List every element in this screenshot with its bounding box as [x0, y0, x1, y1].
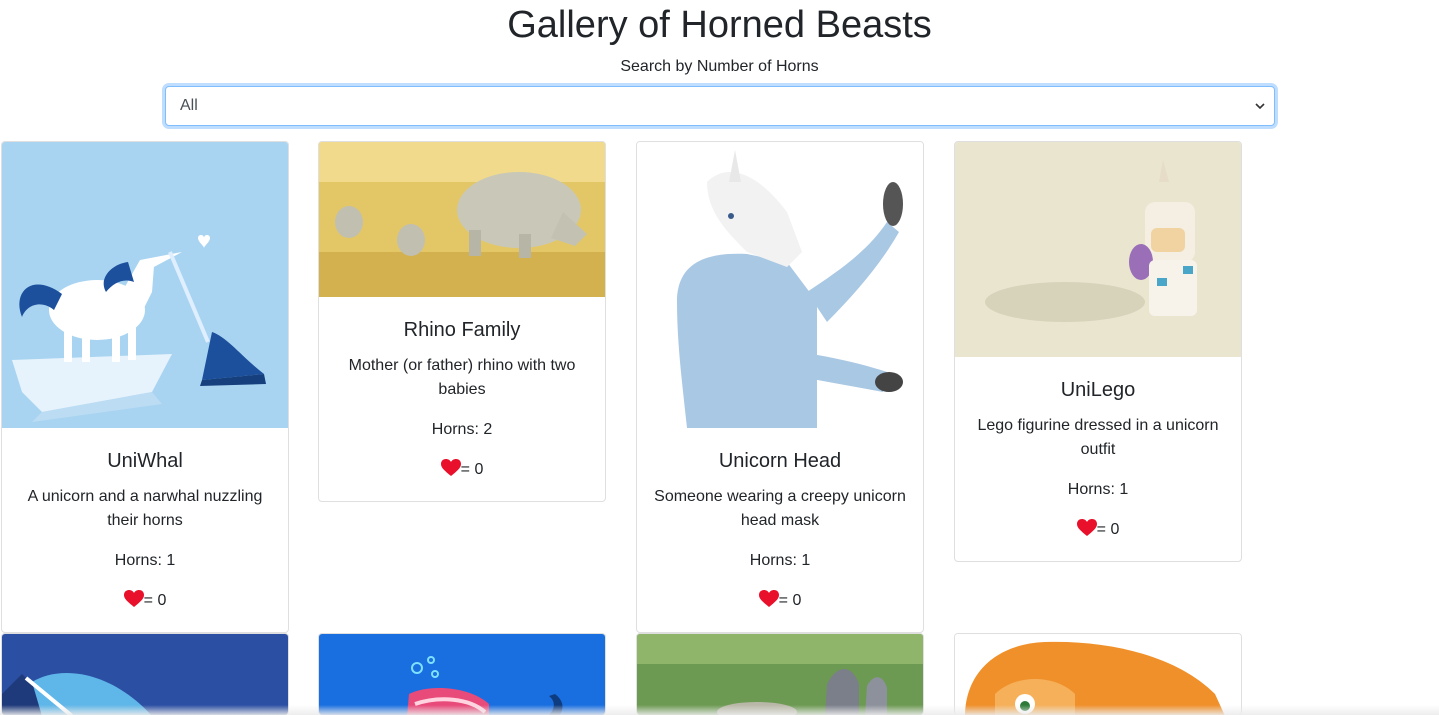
like-button[interactable]: = 0 [651, 589, 909, 613]
card-horns: Horns: 1 [114, 552, 176, 569]
beast-card-partial[interactable] [954, 633, 1242, 715]
card-image[interactable] [955, 634, 1241, 715]
beast-card-uniwhal[interactable]: UniWhal A unicorn and a narwhal nuzzling… [1, 141, 289, 633]
card-description: A unicorn and a narwhal nuzzling their h… [27, 488, 263, 529]
scroll-shadow [0, 705, 1439, 715]
card-horns: Horns: 1 [749, 552, 811, 569]
card-horns: Horns: 2 [431, 421, 493, 438]
beast-card-partial[interactable] [636, 633, 924, 715]
card-image[interactable] [637, 142, 923, 428]
card-image[interactable] [955, 142, 1241, 357]
page-title: Gallery of Horned Beasts [507, 4, 932, 46]
card-image[interactable] [637, 634, 923, 715]
like-count: = 0 [460, 461, 484, 478]
heart-icon [1076, 519, 1097, 536]
horns-filter-value: All [180, 97, 198, 114]
beast-card-rhino-family[interactable]: Rhino Family Mother (or father) rhino wi… [318, 141, 606, 502]
like-button[interactable]: = 0 [16, 589, 274, 613]
card-image[interactable] [319, 142, 605, 297]
card-image[interactable] [319, 634, 605, 715]
like-button[interactable]: = 0 [333, 458, 591, 482]
card-title: UniLego [1060, 379, 1136, 401]
beast-card-partial[interactable] [1, 633, 289, 715]
card-horns: Horns: 1 [1067, 481, 1129, 498]
card-title: Unicorn Head [718, 450, 842, 472]
heart-icon [758, 590, 779, 607]
card-title: Rhino Family [403, 319, 521, 341]
heart-icon [123, 590, 144, 607]
horns-filter-select[interactable]: All [165, 86, 1275, 126]
card-description: Mother (or father) rhino with two babies [348, 357, 576, 398]
like-count: = 0 [143, 592, 167, 609]
like-count: = 0 [1096, 521, 1120, 538]
like-button[interactable]: = 0 [969, 518, 1227, 542]
chevron-down-icon [1255, 103, 1265, 110]
beast-card-unicorn-head[interactable]: Unicorn Head Someone wearing a creepy un… [636, 141, 924, 633]
like-count: = 0 [778, 592, 802, 609]
beast-card-unilego[interactable]: UniLego Lego figurine dressed in a unico… [954, 141, 1242, 562]
card-image[interactable] [2, 142, 288, 428]
card-title: UniWhal [107, 450, 183, 472]
beast-card-partial[interactable] [318, 633, 606, 715]
card-description: Lego figurine dressed in a unicorn outfi… [977, 417, 1219, 458]
card-image[interactable] [2, 634, 288, 715]
heart-icon [440, 459, 461, 476]
search-label: Search by Number of Horns [620, 58, 819, 75]
card-description: Someone wearing a creepy unicorn head ma… [654, 488, 906, 529]
